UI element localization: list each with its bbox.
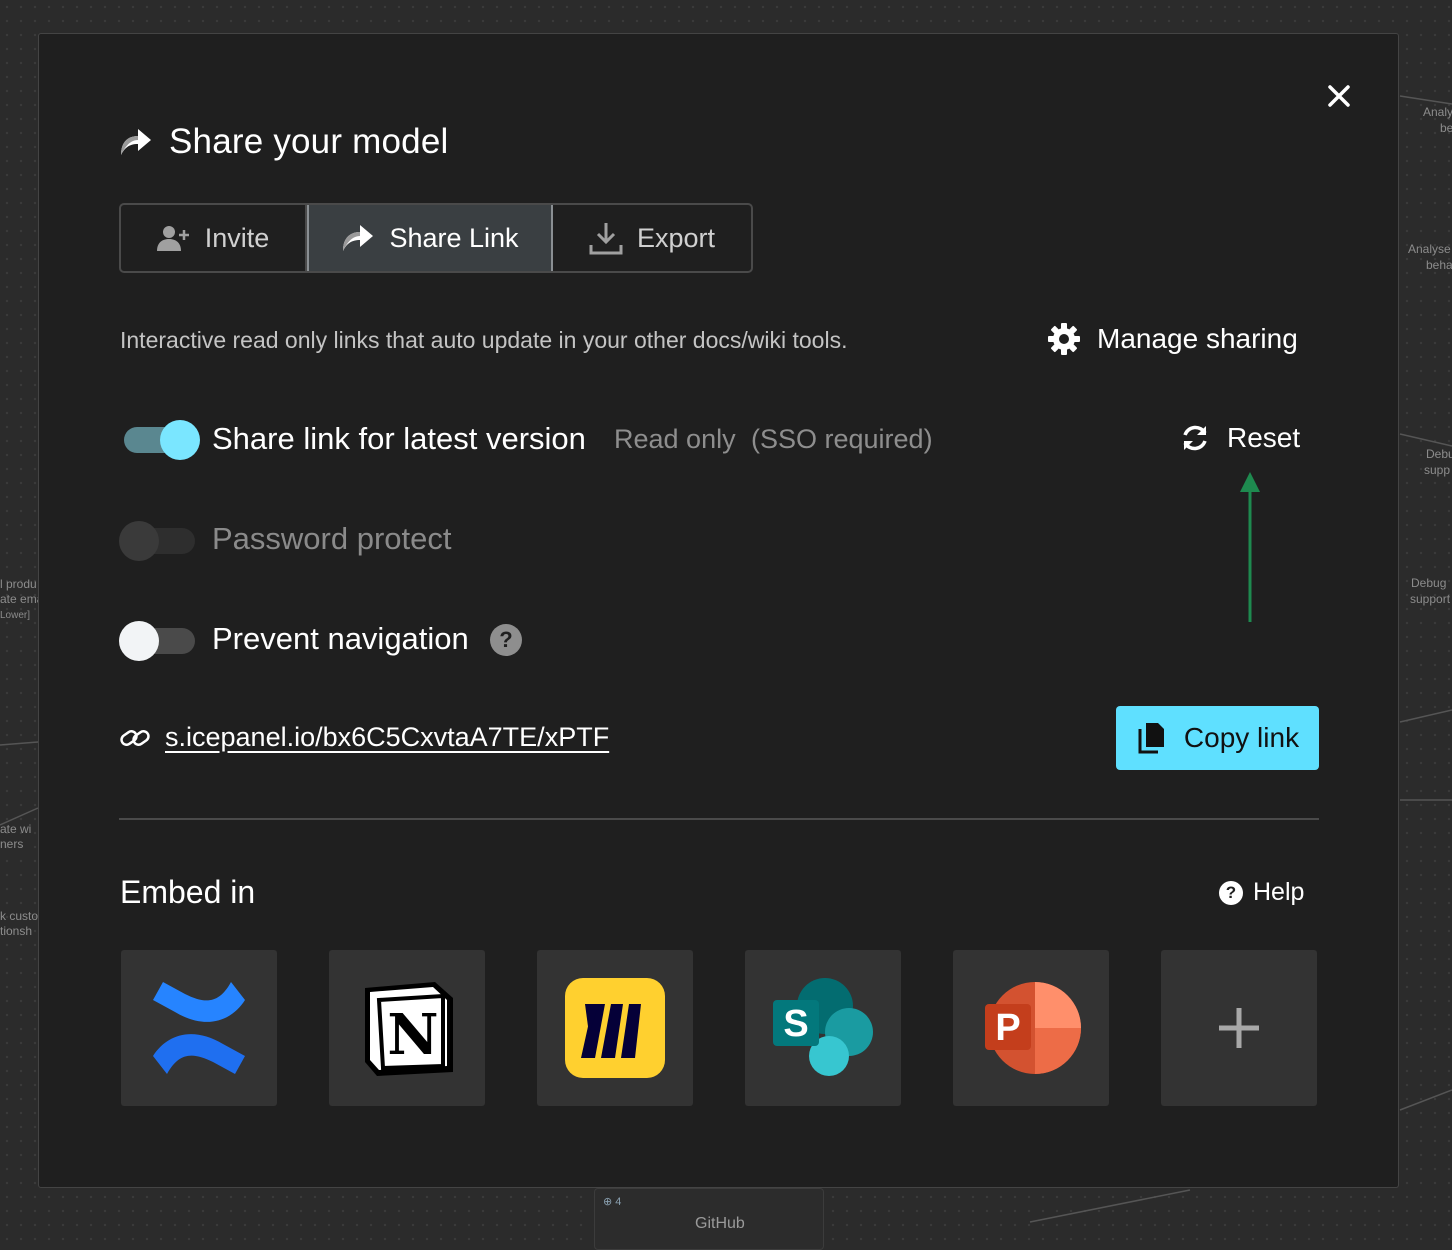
share-tabs: Invite Share Link Export bbox=[119, 203, 753, 273]
tab-share-link[interactable]: Share Link bbox=[307, 205, 553, 271]
annotation-arrow bbox=[1240, 472, 1260, 622]
prevent-navigation-label: Prevent navigation bbox=[212, 621, 469, 656]
embed-tile-miro[interactable] bbox=[537, 950, 693, 1106]
tab-invite-label: Invite bbox=[204, 222, 270, 253]
canvas-node-text: Analyse bbox=[1408, 242, 1451, 256]
sharepoint-icon: S bbox=[773, 978, 873, 1076]
canvas-node-label: GitHub bbox=[695, 1215, 745, 1232]
share-modal: Share your model Invite Share Link Expor… bbox=[38, 33, 1399, 1188]
canvas-node-text: k custo bbox=[0, 909, 39, 923]
toggle-knob bbox=[160, 420, 200, 460]
powerpoint-icon: P bbox=[985, 982, 1081, 1074]
sharepoint-glyph: S bbox=[783, 1003, 808, 1045]
share-description: Interactive read only links that auto up… bbox=[120, 327, 848, 353]
plus-icon bbox=[1219, 1008, 1259, 1048]
share-link-row: s.icepanel.io/bx6C5CxvtaA7TE/xPTF bbox=[119, 722, 609, 753]
notion-icon: N bbox=[365, 982, 453, 1076]
canvas-node-text: Lower] bbox=[0, 610, 31, 621]
canvas-node-card[interactable]: ⊕ 4 GitHub bbox=[594, 1188, 824, 1250]
canvas-node-text: supp bbox=[1424, 463, 1451, 477]
embed-tiles: N S P bbox=[121, 950, 1317, 1106]
canvas-node-text: beha bbox=[1426, 258, 1452, 272]
manage-sharing-button[interactable]: Manage sharing bbox=[1047, 322, 1298, 356]
modal-header: Share your model bbox=[119, 122, 448, 162]
embed-tile-sharepoint[interactable]: S bbox=[745, 950, 901, 1106]
embed-tile-powerpoint[interactable]: P bbox=[953, 950, 1109, 1106]
canvas-node-text: Debu bbox=[1426, 447, 1452, 461]
prevent-navigation-help-icon[interactable]: ? bbox=[490, 624, 522, 656]
tab-share-link-label: Share Link bbox=[389, 222, 519, 253]
canvas-node-text: l produ bbox=[0, 577, 37, 591]
close-button[interactable] bbox=[1323, 80, 1355, 112]
embed-tile-notion[interactable]: N bbox=[329, 950, 485, 1106]
toggle-knob bbox=[119, 621, 159, 661]
canvas-node-text: ate wi bbox=[0, 822, 32, 836]
help-icon: ? bbox=[1219, 880, 1243, 905]
read-only-label: Read only bbox=[614, 424, 736, 454]
sso-required-label: (SSO required) bbox=[751, 424, 933, 454]
reset-link-button[interactable]: Reset bbox=[1179, 422, 1300, 454]
copy-link-button[interactable]: Copy link bbox=[1116, 706, 1319, 770]
embed-tile-confluence[interactable] bbox=[121, 950, 277, 1106]
share-latest-label: Share link for latest version bbox=[212, 421, 586, 456]
modal-title: Share your model bbox=[169, 122, 449, 161]
embed-tile-more[interactable] bbox=[1161, 950, 1317, 1106]
download-icon bbox=[589, 223, 623, 255]
reset-label: Reset bbox=[1227, 422, 1301, 453]
canvas-node-text: ate ema bbox=[0, 592, 44, 606]
canvas-node-text: ners bbox=[0, 837, 24, 851]
canvas-node-text: support bbox=[1410, 592, 1451, 606]
canvas-node-text: Debug bbox=[1411, 576, 1447, 590]
tab-export[interactable]: Export bbox=[553, 205, 751, 271]
copy-icon bbox=[1138, 723, 1164, 754]
zoom-badge-count: 4 bbox=[615, 1196, 622, 1208]
canvas-node-text: Analy bbox=[1423, 105, 1452, 119]
password-protect-label: Password protect bbox=[212, 521, 452, 556]
share-latest-toggle[interactable] bbox=[120, 420, 200, 460]
share-link-url[interactable]: s.icepanel.io/bx6C5CxvtaA7TE/xPTF bbox=[165, 722, 609, 753]
help-label: Help bbox=[1253, 878, 1305, 906]
share-icon bbox=[343, 225, 374, 251]
toggle-knob bbox=[119, 521, 159, 561]
zoom-badge: ⊕ 4 bbox=[603, 1196, 622, 1208]
powerpoint-glyph: P bbox=[995, 1007, 1020, 1049]
prevent-navigation-toggle[interactable] bbox=[119, 621, 197, 661]
close-icon bbox=[1328, 85, 1350, 107]
embed-title: Embed in bbox=[120, 874, 256, 910]
miro-icon bbox=[565, 978, 665, 1078]
help-button[interactable]: ? Help bbox=[1219, 878, 1304, 907]
notion-glyph: N bbox=[387, 1002, 438, 1068]
add-user-icon bbox=[156, 226, 189, 251]
password-protect-toggle[interactable] bbox=[119, 521, 197, 561]
refresh-icon bbox=[1183, 425, 1207, 451]
confluence-icon bbox=[153, 982, 245, 1074]
share-icon bbox=[121, 129, 151, 155]
gear-icon bbox=[1048, 323, 1080, 355]
copy-link-label: Copy link bbox=[1183, 722, 1300, 753]
divider bbox=[119, 818, 1319, 820]
tab-invite[interactable]: Invite bbox=[121, 205, 307, 271]
canvas-node-text: be bbox=[1440, 121, 1452, 135]
link-icon bbox=[120, 729, 150, 746]
manage-sharing-label: Manage sharing bbox=[1097, 323, 1298, 354]
canvas-node-text: tionsh bbox=[0, 924, 33, 938]
tab-export-label: Export bbox=[636, 222, 716, 253]
